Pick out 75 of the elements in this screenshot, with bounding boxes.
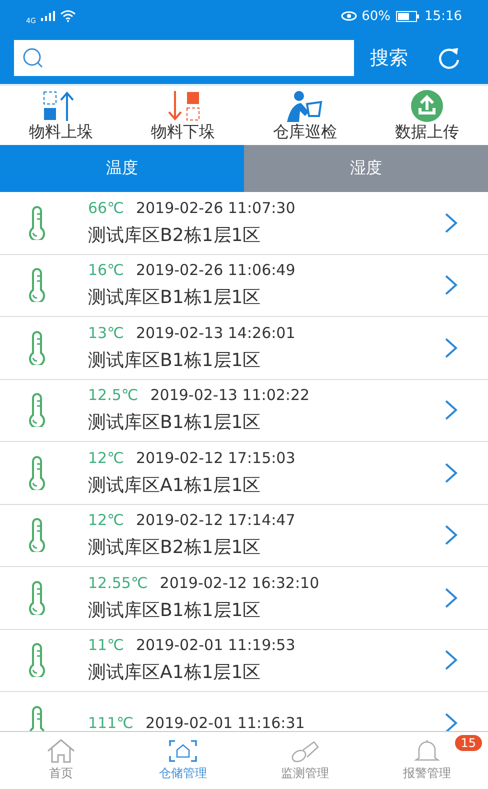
chevron-right-icon xyxy=(444,524,458,546)
record-time: 2019-02-26 11:07:30 xyxy=(136,198,296,217)
thermometer-icon xyxy=(26,393,48,428)
thermometer-icon xyxy=(26,206,48,240)
temperature-value: 13℃ xyxy=(88,324,124,342)
action-button[interactable]: 物料上垛 xyxy=(0,86,122,145)
action-button[interactable]: 物料下垛 xyxy=(122,86,244,145)
upload-icon xyxy=(411,90,443,122)
action-button[interactable]: 仓库巡检 xyxy=(244,86,366,145)
thermometer-icon xyxy=(26,580,48,615)
temperature-value: 66℃ xyxy=(88,198,124,217)
flashlight-icon xyxy=(290,739,320,763)
refresh-icon[interactable] xyxy=(436,45,462,71)
thermometer-icon xyxy=(26,643,48,678)
location-text: 测试库区A1栋1层1区 xyxy=(88,474,262,497)
record-row[interactable]: 16℃ 2019-02-26 11:06:49 测试库区B1栋1层1区 xyxy=(0,254,488,317)
record-time: 2019-02-01 11:16:31 xyxy=(145,714,305,731)
record-time: 2019-02-12 17:14:47 xyxy=(136,511,296,530)
tab[interactable]: 温度 xyxy=(0,145,244,192)
record-time: 2019-02-12 17:15:03 xyxy=(136,448,296,467)
thermometer-icon xyxy=(26,456,48,490)
wifi-icon xyxy=(60,10,76,22)
house-icon xyxy=(46,739,76,763)
location-text: 测试库区B1栋1层1区 xyxy=(88,286,262,310)
chevron-right-icon xyxy=(444,274,458,296)
temperature-value: 12℃ xyxy=(88,448,124,467)
record-row[interactable]: 12℃ 2019-02-12 17:14:47 测试库区B2栋1层1区 xyxy=(0,504,488,567)
record-row[interactable]: 13℃ 2019-02-13 14:26:01 测试库区B1栋1层1区 xyxy=(0,317,488,380)
record-row[interactable]: 12℃ 2019-02-12 17:15:03 测试库区A1栋1层1区 xyxy=(0,442,488,504)
search-button[interactable]: 搜索 xyxy=(366,45,412,71)
nav-tab[interactable]: 报警管理 15 xyxy=(366,732,488,789)
location-text: 测试库区B2栋1层1区 xyxy=(88,224,262,247)
temperature-value: 111℃ xyxy=(88,714,134,731)
chevron-right-icon xyxy=(444,649,458,672)
temperature-value: 12℃ xyxy=(88,511,124,530)
battery-percent: 60% xyxy=(362,8,391,24)
record-row[interactable]: 12.55℃ 2019-02-12 16:32:10 测试库区B1栋1层1区 xyxy=(0,567,488,630)
bell-icon xyxy=(412,739,442,763)
eye-icon xyxy=(340,11,357,21)
temperature-value: 11℃ xyxy=(88,636,124,654)
chevron-right-icon xyxy=(444,586,458,609)
thermometer-icon xyxy=(26,268,48,302)
search-field[interactable] xyxy=(14,40,354,76)
chevron-right-icon xyxy=(444,336,458,359)
record-row[interactable]: 11℃ 2019-02-01 11:19:53 测试库区A1栋1层1区 xyxy=(0,630,488,692)
signal-icon xyxy=(40,11,55,21)
notification-badge: 15 xyxy=(454,735,482,751)
record-row[interactable]: 66℃ 2019-02-26 11:07:30 测试库区B2栋1层1区 xyxy=(0,192,488,254)
chevron-right-icon xyxy=(444,399,458,422)
temperature-value: 16℃ xyxy=(88,261,124,280)
record-time: 2019-02-26 11:06:49 xyxy=(136,261,296,280)
record-time: 2019-02-12 16:32:10 xyxy=(160,574,320,592)
thermometer-icon xyxy=(26,330,48,365)
record-time: 2019-02-13 11:02:22 xyxy=(150,386,310,404)
location-text: 测试库区B1栋1层1区 xyxy=(88,411,262,434)
record-time: 2019-02-13 14:26:01 xyxy=(136,324,296,342)
location-text: 测试库区B1栋1层1区 xyxy=(88,348,262,372)
scan-house-icon xyxy=(168,739,198,763)
thermometer-icon xyxy=(26,518,48,552)
nav-tab[interactable]: 首页 xyxy=(0,732,122,789)
temperature-value: 12.55℃ xyxy=(88,574,148,592)
record-time: 2019-02-01 11:19:53 xyxy=(136,636,296,654)
chevron-right-icon xyxy=(444,212,458,234)
chevron-right-icon xyxy=(444,712,458,731)
search-icon xyxy=(22,47,44,69)
action-button[interactable]: 数据上传 xyxy=(366,86,488,145)
record-row[interactable]: 12.5℃ 2019-02-13 11:02:22 测试库区B1栋1层1区 xyxy=(0,380,488,442)
location-text: 测试库区A1栋1层1区 xyxy=(88,661,262,684)
temperature-value: 12.5℃ xyxy=(88,386,138,404)
battery-icon xyxy=(396,10,420,22)
clock: 15:16 xyxy=(424,8,462,24)
chevron-right-icon xyxy=(444,462,458,484)
location-text: 测试库区B1栋1层1区 xyxy=(88,598,262,622)
location-text: 测试库区B2栋1层1区 xyxy=(88,536,262,560)
nav-tab[interactable]: 监测管理 xyxy=(244,732,366,789)
